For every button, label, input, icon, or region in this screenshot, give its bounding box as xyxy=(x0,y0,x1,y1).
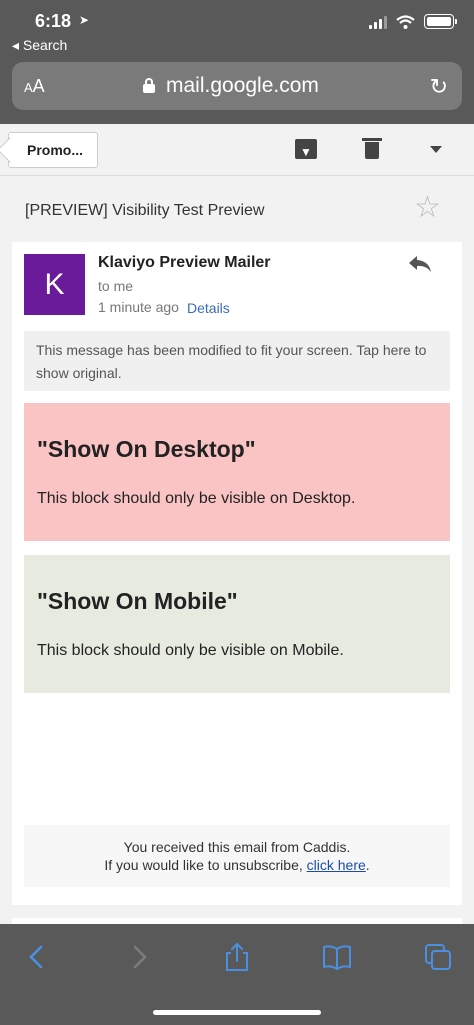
message-card: K Klaviyo Preview Mailer to me 1 minute … xyxy=(12,242,462,905)
book-icon[interactable] xyxy=(322,942,352,972)
message-timestamp: 1 minute ago xyxy=(98,299,179,315)
details-link[interactable]: Details xyxy=(187,300,230,316)
mobile-only-block: "Show On Mobile" This block should only … xyxy=(24,555,450,693)
footer-unsubscribe-prefix: If you would like to unsubscribe, xyxy=(104,857,303,873)
battery-icon xyxy=(424,14,457,29)
footer-unsubscribe-suffix: . xyxy=(365,857,370,873)
recipient-label: to me xyxy=(98,278,134,294)
home-indicator[interactable] xyxy=(153,1010,321,1015)
archive-icon[interactable]: ▼ xyxy=(294,136,320,162)
desktop-block-text: This block should only be visible on Des… xyxy=(37,490,356,507)
back-chevron-icon[interactable] xyxy=(22,942,52,972)
desktop-block-heading: "Show On Desktop" xyxy=(37,436,256,462)
chevron-down-icon[interactable] xyxy=(430,146,442,153)
cellular-signal-icon xyxy=(369,15,387,29)
email-subject: [PREVIEW] Visibility Test Preview xyxy=(25,202,265,219)
avatar: K xyxy=(24,254,85,315)
browser-top-chrome: 6:18 ➤ ◂ Search AA mail.google.com ↻ xyxy=(0,0,474,124)
forward-chevron-icon[interactable] xyxy=(124,942,154,972)
mobile-block-text: This block should only be visible on Mob… xyxy=(37,642,344,659)
mail-toolbar: Promo... ▼ xyxy=(0,124,474,176)
share-icon[interactable] xyxy=(222,942,252,972)
footer-line-2: If you would like to unsubscribe, click … xyxy=(24,856,450,874)
location-arrow-icon: ➤ xyxy=(79,13,90,27)
footer-line-1: You received this email from Caddis. xyxy=(123,839,351,855)
back-to-search-link[interactable]: ◂ Search xyxy=(12,37,67,54)
label-back-button[interactable]: Promo... xyxy=(8,132,99,168)
address-bar[interactable]: AA mail.google.com ↻ xyxy=(12,62,462,110)
reload-icon[interactable]: ↻ xyxy=(430,74,448,100)
lock-icon xyxy=(143,78,155,94)
reply-icon[interactable] xyxy=(407,254,433,274)
modified-notice[interactable]: This message has been modified to fit yo… xyxy=(24,331,450,391)
mobile-block-heading: "Show On Mobile" xyxy=(37,588,238,614)
desktop-only-block: "Show On Desktop" This block should only… xyxy=(24,403,450,541)
tabs-icon[interactable] xyxy=(423,942,453,972)
trash-icon[interactable] xyxy=(361,136,387,162)
email-footer: You received this email from Caddis. If … xyxy=(24,825,450,887)
wifi-icon xyxy=(396,14,415,29)
unsubscribe-link[interactable]: click here xyxy=(307,857,366,873)
url-text[interactable]: mail.google.com xyxy=(166,74,319,98)
sender-name: Klaviyo Preview Mailer xyxy=(98,254,271,271)
star-icon[interactable]: ☆ xyxy=(414,190,441,225)
text-size-button[interactable]: AA xyxy=(24,76,45,97)
status-time: 6:18 xyxy=(35,11,72,31)
status-indicators xyxy=(369,14,457,29)
